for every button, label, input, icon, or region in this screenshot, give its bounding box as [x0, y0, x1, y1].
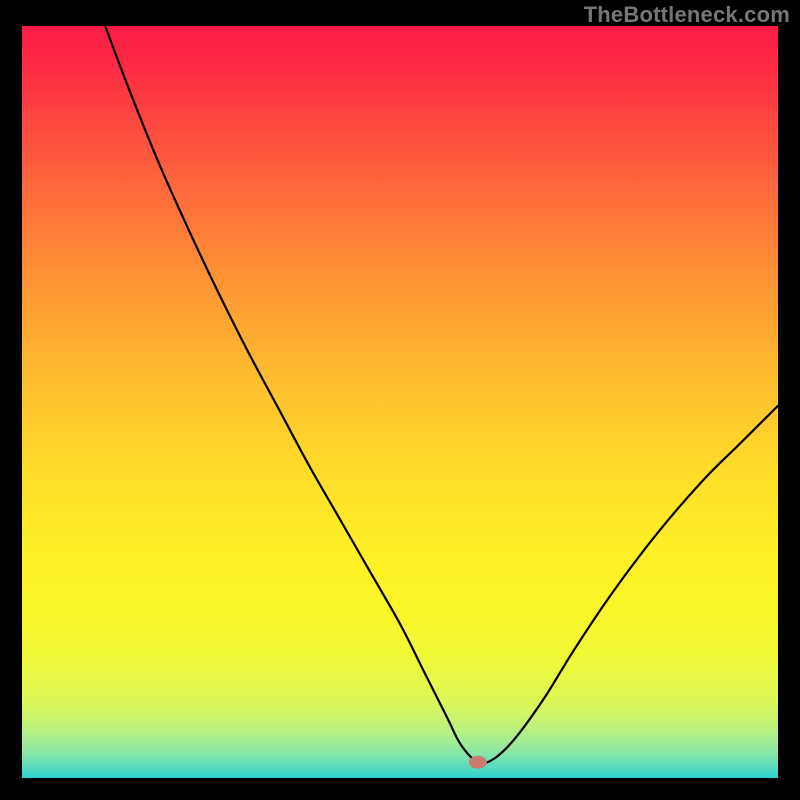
plot-area: [22, 26, 778, 778]
gradient-background: [22, 26, 778, 778]
chart-frame: TheBottleneck.com: [0, 0, 800, 800]
curve-marker: [469, 756, 487, 769]
watermark-text: TheBottleneck.com: [584, 2, 790, 28]
chart-svg: [22, 26, 778, 778]
